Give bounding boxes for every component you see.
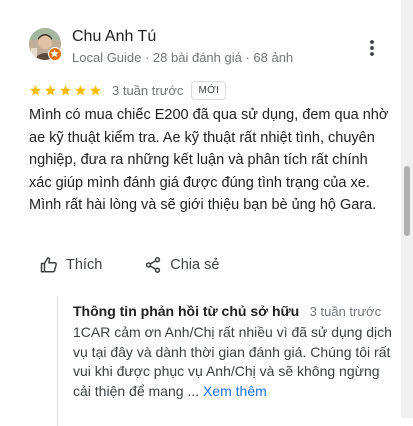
thumb-up-icon (40, 257, 57, 273)
share-icon (146, 257, 161, 273)
owner-response-time: 3 tuần trước (309, 304, 382, 319)
star-rating (29, 84, 102, 97)
new-badge: MỚI (191, 80, 227, 100)
share-label: Chia sẻ (170, 257, 220, 273)
scrollbar[interactable] (401, 0, 413, 418)
star-icon (45, 84, 56, 95)
review-actions: Thích Chia sẻ (40, 256, 219, 274)
owner-response-header: Thông tin phản hồi từ chủ sở hữu 3 tuần … (73, 303, 381, 321)
star-icon (75, 84, 86, 95)
review-time: 3 tuần trước (112, 82, 184, 98)
owner-response-text-block: 1CAR cảm ơn Anh/Chị rất nhiều vì đã sử d… (73, 323, 398, 401)
like-label: Thích (66, 257, 103, 273)
star-icon (30, 84, 41, 95)
scrollbar-thumb[interactable] (404, 166, 410, 236)
star-icon (90, 84, 101, 95)
owner-response-title: Thông tin phản hồi từ chủ sở hữu (73, 303, 300, 319)
owner-response: Thông tin phản hồi từ chủ sở hữu 3 tuần … (57, 296, 398, 426)
review-text: Mình có mua chiếc E200 đã qua sử dụng, đ… (29, 107, 389, 213)
more-vert-icon (370, 40, 374, 56)
local-guide-star-icon (48, 47, 62, 61)
like-button[interactable]: Thích (40, 256, 102, 274)
author-name[interactable]: Chu Anh Tú (72, 28, 156, 46)
author-meta[interactable]: Local Guide · 28 bài đánh giá · 68 ảnh (72, 50, 293, 65)
rating-row: 3 tuần trước MỚI (29, 80, 227, 100)
see-more-link[interactable]: Xem thêm (203, 383, 267, 399)
star-icon (60, 84, 71, 95)
more-options-button[interactable] (362, 38, 382, 58)
review-card: Chu Anh Tú Local Guide · 28 bài đánh giá… (0, 0, 400, 426)
share-button[interactable]: Chia sẻ (144, 256, 219, 274)
